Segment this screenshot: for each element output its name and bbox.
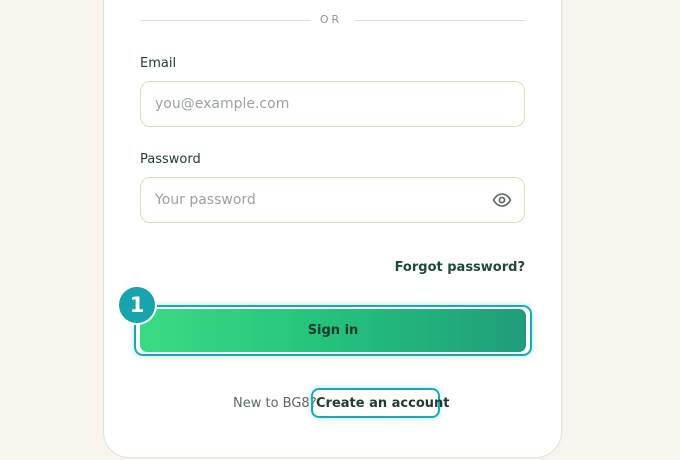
password-field[interactable] (155, 178, 475, 222)
sign-in-button[interactable]: Sign in (140, 309, 526, 352)
password-field-box (140, 177, 525, 223)
footer-prompt: New to BG8? (233, 396, 317, 411)
divider-line-right (355, 20, 526, 21)
email-label: Email (140, 56, 177, 71)
forgot-password-link[interactable]: Forgot password? (395, 260, 525, 275)
email-field-box (140, 81, 525, 127)
divider-text: OR (319, 13, 343, 26)
email-field[interactable] (155, 82, 475, 126)
step-badge: 1 (117, 285, 157, 325)
eye-icon[interactable] (492, 192, 512, 208)
divider-line-left (140, 20, 311, 21)
password-label: Password (140, 152, 201, 167)
create-account-link[interactable]: Create an account (316, 396, 450, 411)
